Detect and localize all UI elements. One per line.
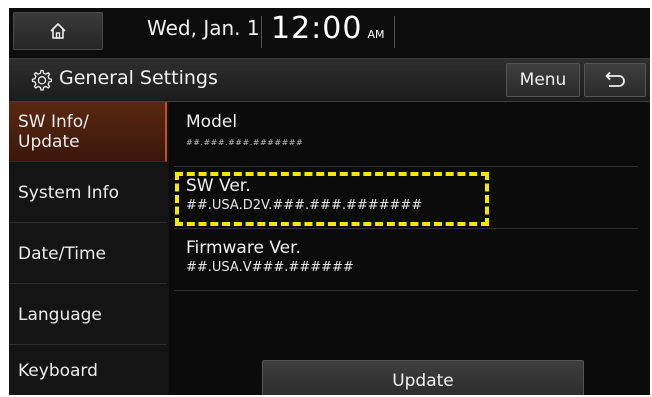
firmware-version-value: ##.USA.V###.###### (186, 260, 354, 275)
sidebar-item-keyboard[interactable]: Keyboard (9, 346, 167, 395)
home-icon (50, 23, 66, 39)
date-display: Wed, Jan. 1 (147, 16, 260, 40)
sidebar-item-date-time[interactable]: Date/Time (9, 224, 167, 284)
sidebar-item-sw-info-update[interactable]: SW Info/ Update (9, 102, 167, 162)
status-bar: Wed, Jan. 1 12:00 AM (9, 8, 650, 56)
sw-info-panel: Model ##.###.###.####### SW Ver. ##.USA.… (174, 102, 650, 395)
firmware-version-label: Firmware Ver. (186, 238, 301, 258)
sidebar-item-language[interactable]: Language (9, 285, 167, 345)
ampm-indicator: AM (367, 28, 385, 41)
model-value: ##.###.###.####### (186, 138, 304, 147)
menu-button[interactable]: Menu (506, 63, 580, 97)
title-bar: General Settings Menu (9, 58, 650, 102)
row-divider (174, 166, 638, 167)
page-title: General Settings (59, 67, 218, 89)
row-divider (174, 290, 638, 291)
sidebar-item-system-info[interactable]: System Info (9, 163, 167, 223)
status-divider (394, 16, 395, 48)
gear-icon (31, 69, 52, 91)
sidebar: SW Info/ Update System Info Date/Time La… (9, 102, 169, 395)
time-display: 12:00 (271, 11, 363, 46)
back-arrow-icon (605, 71, 625, 87)
clock[interactable]: 12:00 AM (271, 11, 393, 49)
model-label: Model (186, 112, 238, 132)
update-button[interactable]: Update (262, 360, 584, 395)
sw-version-highlight (175, 172, 489, 226)
back-button[interactable] (584, 63, 646, 97)
row-divider (174, 228, 638, 229)
home-button[interactable] (13, 12, 103, 50)
firmware-version-row: Firmware Ver. ##.USA.V###.###### (186, 238, 646, 275)
model-row: Model ##.###.###.####### (186, 112, 646, 147)
status-divider (261, 16, 262, 48)
